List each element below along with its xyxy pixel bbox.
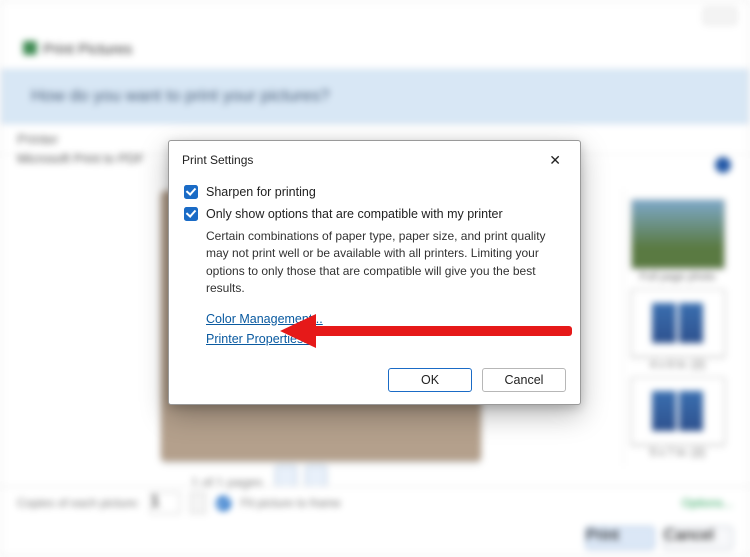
print-settings-dialog: Print Settings ✕ Sharpen for printing On… <box>168 140 581 405</box>
dialog-title: Print Settings <box>182 153 253 167</box>
compat-description: Certain combinations of paper type, pape… <box>206 228 565 298</box>
thumb-label-0: Full page photo <box>628 271 727 283</box>
copies-input[interactable]: 1 <box>150 492 180 514</box>
help-icon[interactable] <box>715 157 731 173</box>
parent-title: Print Pictures <box>43 41 132 58</box>
copies-label: Copies of each picture: <box>17 496 140 510</box>
compat-checkbox[interactable] <box>184 207 198 221</box>
print-button[interactable]: Print <box>585 526 655 550</box>
printer-properties-link[interactable]: Printer Properties... <box>206 332 314 346</box>
picture-icon <box>23 41 37 55</box>
parent-close-button[interactable] <box>703 7 737 25</box>
thumb-4x6[interactable] <box>631 289 725 357</box>
compat-label: Only show options that are compatible wi… <box>206 206 503 223</box>
thumb-fullpage[interactable] <box>631 199 725 269</box>
fitframe-checkbox[interactable] <box>216 496 231 511</box>
parent-prompt: How do you want to print your pictures? <box>1 69 749 124</box>
fitframe-label: Fit picture to frame <box>241 496 341 510</box>
parent-action-buttons: Print Cancel <box>585 526 733 550</box>
dialog-titlebar: Print Settings ✕ <box>169 141 580 177</box>
dialog-footer: OK Cancel <box>169 360 580 404</box>
close-icon[interactable]: ✕ <box>543 151 567 169</box>
next-page-button[interactable] <box>305 465 327 487</box>
ok-button[interactable]: OK <box>388 368 472 392</box>
sharpen-checkbox[interactable] <box>184 185 198 199</box>
thumb-5x7[interactable] <box>631 377 725 445</box>
thumb-label-1: 4 x 6 in. (2) <box>628 359 727 371</box>
copies-stepper[interactable] <box>190 492 206 514</box>
sharpen-label: Sharpen for printing <box>206 184 316 201</box>
prev-page-button[interactable] <box>275 465 297 487</box>
thumb-label-2: 5 x 7 in. (2) <box>628 447 727 459</box>
layout-thumbnails: Full page photo 4 x 6 in. (2) 5 x 7 in. … <box>623 189 731 466</box>
cancel-button[interactable]: Cancel <box>482 368 566 392</box>
parent-footer: Copies of each picture: 1 Fit picture to… <box>1 486 749 518</box>
options-link[interactable]: Options... <box>682 496 733 510</box>
color-management-link[interactable]: Color Management... <box>206 312 323 326</box>
parent-cancel-button[interactable]: Cancel <box>663 526 733 550</box>
